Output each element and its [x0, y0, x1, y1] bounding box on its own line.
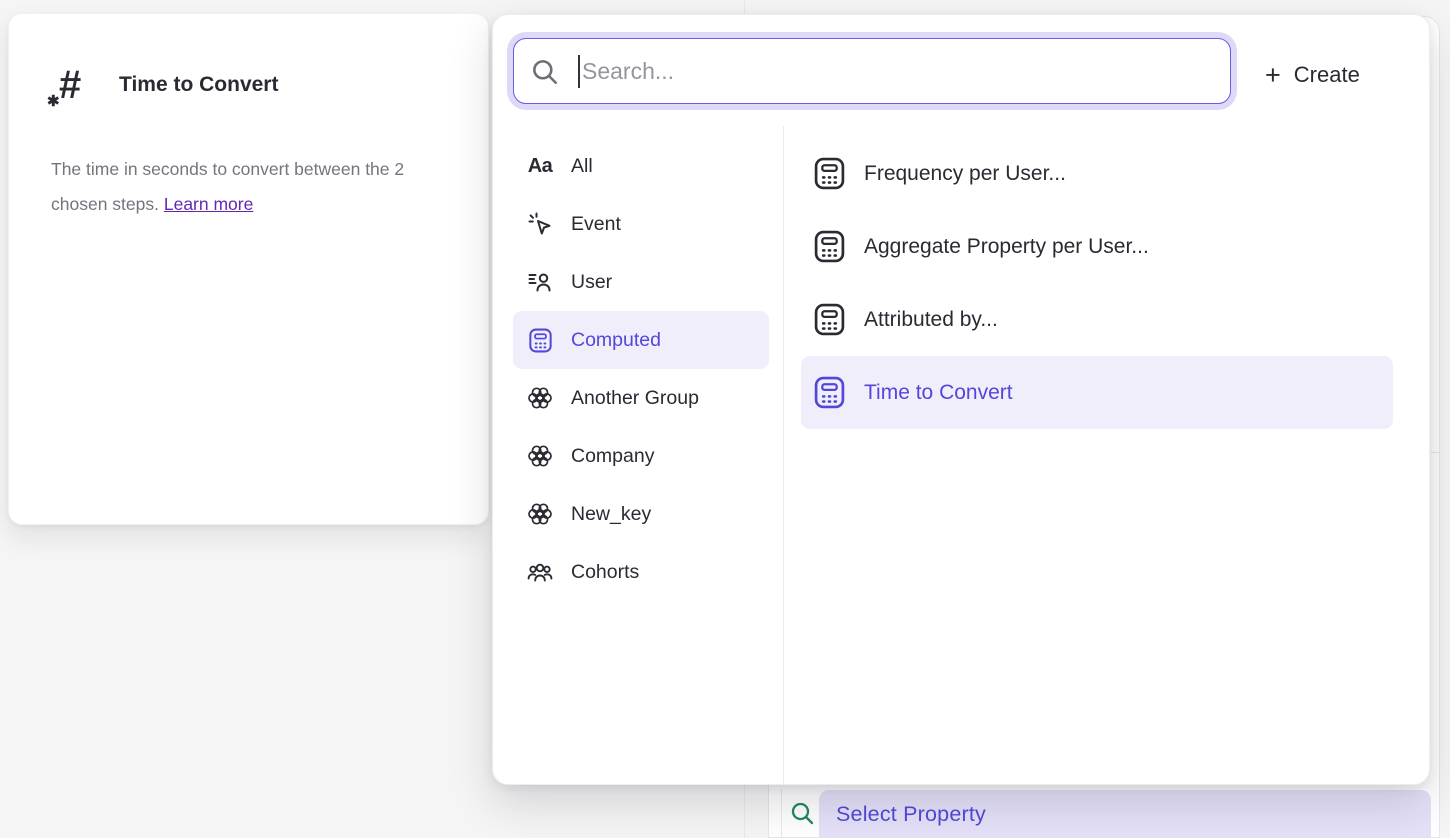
category-item-computed[interactable]: Computed [513, 311, 769, 369]
column-divider [783, 126, 784, 785]
select-property-control[interactable]: Select Property [819, 790, 1431, 838]
group-cluster-icon [525, 386, 555, 410]
result-item-attributed-by[interactable]: Attributed by... [801, 283, 1393, 356]
search-box [513, 38, 1231, 104]
calculator-icon [811, 303, 847, 336]
text-aa-icon: Aa [525, 155, 555, 178]
category-list: Aa All Event User Computed Another Gro [513, 137, 769, 601]
result-item-time-to-convert[interactable]: Time to Convert [801, 356, 1393, 429]
result-item-aggregate-property-per-user[interactable]: Aggregate Property per User... [801, 210, 1393, 283]
group-cluster-icon [525, 444, 555, 468]
category-item-cohorts[interactable]: Cohorts [513, 543, 769, 601]
cohorts-people-icon [525, 561, 555, 583]
user-profile-icon [525, 270, 555, 294]
result-list: Frequency per User... Aggregate Property… [801, 137, 1393, 429]
create-button-label: Create [1294, 62, 1360, 88]
property-tooltip-card: # ✱ Time to Convert The time in seconds … [8, 13, 489, 525]
background-panel-edge [744, 785, 745, 838]
select-property-label: Select Property [836, 802, 986, 827]
search-input[interactable] [514, 39, 1230, 103]
category-item-user[interactable]: User [513, 253, 769, 311]
event-click-icon [525, 212, 555, 236]
search-icon [790, 801, 814, 825]
tooltip-description: The time in seconds to convert between t… [51, 152, 451, 222]
calculator-icon [811, 157, 847, 190]
background-column-divider [781, 789, 782, 838]
learn-more-link[interactable]: Learn more [164, 194, 254, 214]
group-cluster-icon [525, 502, 555, 526]
category-item-company[interactable]: Company [513, 427, 769, 485]
category-item-event[interactable]: Event [513, 195, 769, 253]
calculator-icon [811, 230, 847, 263]
background-divider [1431, 452, 1440, 453]
plus-icon: + [1265, 62, 1281, 88]
background-panel-edge [744, 0, 745, 14]
hash-computed-icon: # ✱ [53, 58, 101, 116]
result-item-frequency-per-user[interactable]: Frequency per User... [801, 137, 1393, 210]
calculator-icon [525, 328, 555, 353]
create-button[interactable]: + Create [1255, 55, 1370, 95]
property-picker-dropdown: + Create Aa All Event User Computed [492, 14, 1430, 785]
category-item-another-group[interactable]: Another Group [513, 369, 769, 427]
calculator-icon [811, 376, 847, 409]
tooltip-title: Time to Convert [119, 73, 278, 97]
category-item-all[interactable]: Aa All [513, 137, 769, 195]
category-item-new-key[interactable]: New_key [513, 485, 769, 543]
